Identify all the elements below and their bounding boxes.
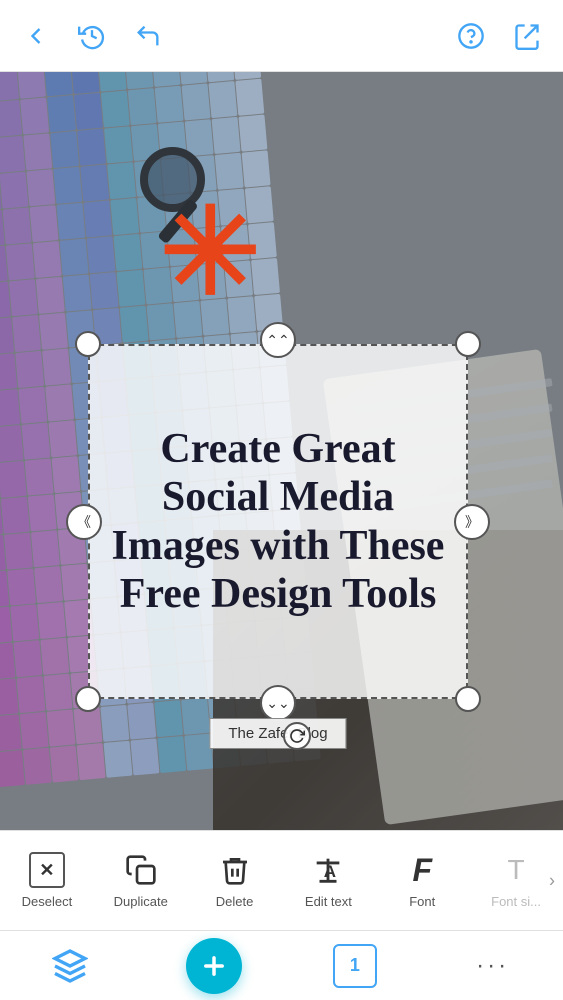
toolbar-items: ✕ Deselect Duplicate bbox=[0, 831, 563, 931]
duplicate-icon bbox=[123, 852, 159, 888]
delete-label: Delete bbox=[216, 894, 254, 909]
handle-left[interactable]: 《 bbox=[66, 504, 102, 540]
handle-top-left[interactable] bbox=[75, 331, 101, 357]
toolbar-item-font[interactable]: F Font bbox=[375, 831, 469, 931]
handle-bottom[interactable]: ⌄⌄ bbox=[260, 685, 296, 721]
toolbar-arrow[interactable]: › bbox=[549, 870, 555, 891]
help-button[interactable] bbox=[455, 20, 487, 52]
delete-icon bbox=[217, 852, 253, 888]
font-icon: F bbox=[404, 852, 440, 888]
deselect-label: Deselect bbox=[22, 894, 73, 909]
toolbar-item-edit-text[interactable]: A Edit text bbox=[281, 831, 375, 931]
toolbar-item-delete[interactable]: Delete bbox=[188, 831, 282, 931]
canvas-area[interactable]: ✳ Create Great Social Media Images with … bbox=[0, 72, 563, 830]
nav-pages-button[interactable]: 1 bbox=[333, 944, 377, 988]
pages-number: 1 bbox=[350, 955, 360, 976]
blog-badge-text: The Zafer Blog bbox=[228, 725, 327, 742]
asterisk-decoration: ✳ bbox=[160, 192, 261, 312]
edit-text-icon: A bbox=[310, 852, 346, 888]
main-headline: Create Great Social Media Images with Th… bbox=[106, 425, 450, 618]
top-toolbar bbox=[0, 0, 563, 72]
edit-text-label: Edit text bbox=[305, 894, 352, 909]
nav-layers-button[interactable] bbox=[45, 941, 95, 991]
svg-text:A: A bbox=[324, 862, 336, 881]
rotate-handle[interactable] bbox=[283, 722, 311, 750]
handle-bottom-left[interactable] bbox=[75, 686, 101, 712]
deselect-icon: ✕ bbox=[29, 852, 65, 888]
text-box[interactable]: Create Great Social Media Images with Th… bbox=[88, 344, 468, 699]
history-button[interactable] bbox=[76, 20, 108, 52]
back-button[interactable] bbox=[20, 20, 52, 52]
font-size-icon: T bbox=[498, 852, 534, 888]
handle-top-right[interactable] bbox=[455, 331, 481, 357]
nav-add-button[interactable] bbox=[186, 938, 242, 994]
nav-more-button[interactable]: ··· bbox=[468, 941, 518, 991]
blog-badge[interactable]: The Zafer Blog bbox=[209, 718, 346, 749]
undo-button[interactable] bbox=[132, 20, 164, 52]
bottom-toolbar: ✕ Deselect Duplicate bbox=[0, 830, 563, 930]
top-left-actions bbox=[20, 20, 164, 52]
handle-right[interactable]: 》 bbox=[454, 504, 490, 540]
handle-bottom-right[interactable] bbox=[455, 686, 481, 712]
font-size-label: Font si... bbox=[491, 894, 541, 909]
handle-top[interactable]: ⌃⌃ bbox=[260, 322, 296, 358]
export-button[interactable] bbox=[511, 20, 543, 52]
font-label: Font bbox=[409, 894, 435, 909]
toolbar-item-duplicate[interactable]: Duplicate bbox=[94, 831, 188, 931]
top-right-actions bbox=[455, 20, 543, 52]
duplicate-label: Duplicate bbox=[114, 894, 168, 909]
toolbar-item-deselect[interactable]: ✕ Deselect bbox=[0, 831, 94, 931]
bottom-nav: 1 ··· bbox=[0, 930, 563, 1000]
text-box-container[interactable]: Create Great Social Media Images with Th… bbox=[88, 344, 468, 699]
